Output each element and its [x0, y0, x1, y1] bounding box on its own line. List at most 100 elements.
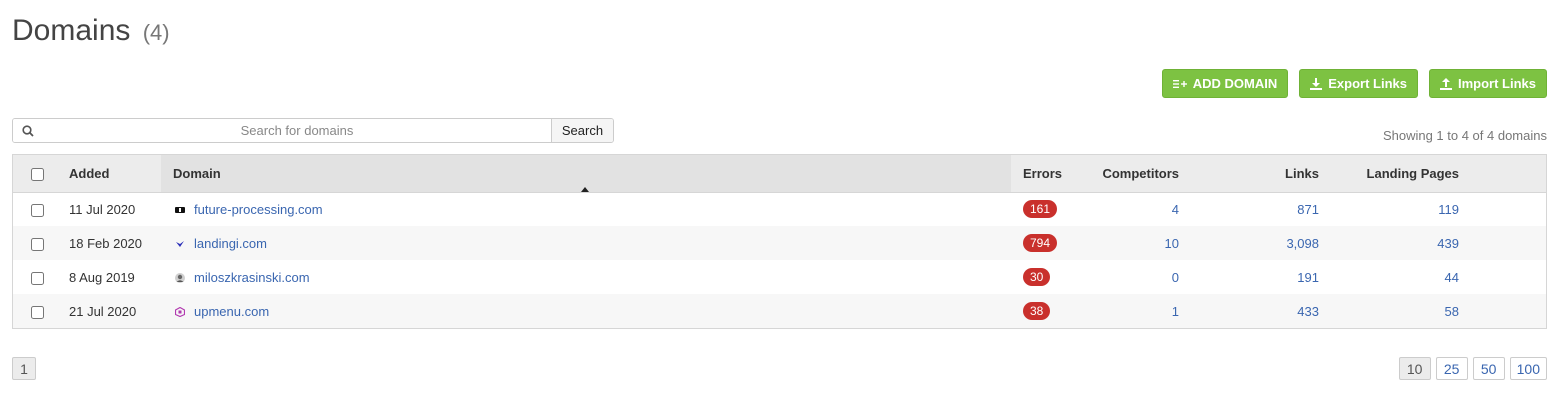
- table-header-row: Added Domain Errors Competitors Links La…: [13, 155, 1546, 192]
- column-header-competitors[interactable]: Competitors: [1081, 155, 1179, 192]
- domain-cell: upmenu.com: [161, 294, 1011, 328]
- domain-cell: future-processing.com: [161, 192, 1011, 226]
- add-list-icon: [1172, 79, 1187, 89]
- page-size-selector: 10 25 50 100: [1398, 357, 1547, 380]
- select-all-checkbox[interactable]: [30, 167, 44, 181]
- future-processing-logo-icon: [175, 203, 185, 213]
- links-link[interactable]: 433: [1297, 304, 1319, 319]
- search-button[interactable]: Search: [551, 119, 613, 142]
- row-spacer: [1459, 294, 1546, 328]
- competitors-link[interactable]: 4: [1172, 202, 1179, 217]
- action-buttons: ADD DOMAIN Export Links Import Links: [1161, 69, 1547, 98]
- column-header-added[interactable]: Added: [61, 155, 161, 192]
- landing-pages-link[interactable]: 439: [1437, 236, 1459, 251]
- row-spacer: [1459, 260, 1546, 294]
- add-domain-button[interactable]: ADD DOMAIN: [1161, 69, 1289, 98]
- column-header-spacer: [1459, 155, 1546, 192]
- domain-link[interactable]: future-processing.com: [194, 202, 323, 217]
- search-icon: [13, 119, 43, 142]
- links-cell: 433: [1179, 294, 1319, 328]
- add-domain-label: ADD DOMAIN: [1192, 76, 1278, 91]
- error-count-badge[interactable]: 38: [1023, 302, 1051, 320]
- domain-link[interactable]: miloszkrasinski.com: [194, 270, 310, 285]
- links-link[interactable]: 871: [1297, 202, 1319, 217]
- error-count-badge[interactable]: 794: [1023, 234, 1058, 252]
- column-header-domain[interactable]: Domain: [161, 155, 1011, 192]
- links-cell: 871: [1179, 192, 1319, 226]
- row-select-cell: [13, 294, 61, 328]
- landing-pages-cell: 119: [1319, 192, 1459, 226]
- search-bar: Search: [12, 118, 614, 143]
- landing-pages-cell: 44: [1319, 260, 1459, 294]
- errors-cell: 161: [1011, 192, 1081, 226]
- page-size-50[interactable]: 50: [1472, 357, 1505, 380]
- competitors-cell: 4: [1081, 192, 1179, 226]
- landing-pages-link[interactable]: 44: [1445, 270, 1459, 285]
- row-checkbox[interactable]: [30, 203, 44, 217]
- competitors-link[interactable]: 10: [1165, 236, 1179, 251]
- added-date: 11 Jul 2020: [69, 201, 136, 217]
- person-avatar-icon: [175, 271, 185, 283]
- download-icon: [1310, 77, 1323, 90]
- column-header-landing-pages[interactable]: Landing Pages: [1319, 155, 1459, 192]
- domain-link[interactable]: upmenu.com: [194, 304, 269, 319]
- export-links-label: Export Links: [1328, 76, 1407, 91]
- competitors-cell: 1: [1081, 294, 1179, 328]
- page-size-25[interactable]: 25: [1435, 357, 1468, 380]
- row-spacer: [1459, 192, 1546, 226]
- errors-cell: 38: [1011, 294, 1081, 328]
- domain-link[interactable]: landingi.com: [194, 236, 267, 251]
- competitors-link[interactable]: 1: [1172, 304, 1179, 319]
- landing-pages-cell: 58: [1319, 294, 1459, 328]
- upload-icon: [1439, 77, 1452, 90]
- column-header-links[interactable]: Links: [1179, 155, 1319, 192]
- export-links-button[interactable]: Export Links: [1299, 69, 1418, 98]
- landingi-logo-icon: [175, 237, 185, 247]
- errors-cell: 30: [1011, 260, 1081, 294]
- error-count-badge[interactable]: 30: [1023, 268, 1051, 286]
- domain-cell: miloszkrasinski.com: [161, 260, 1011, 294]
- select-all-cell: [13, 155, 61, 192]
- search-input[interactable]: [43, 119, 551, 142]
- column-header-domain-label: Domain: [173, 165, 221, 181]
- links-cell: 191: [1179, 260, 1319, 294]
- sort-ascending-icon: [581, 187, 589, 192]
- upmenu-logo-icon: [174, 305, 186, 317]
- table-row: 11 Jul 2020 future-processing.com 161 4 …: [13, 192, 1546, 226]
- page-size-100[interactable]: 100: [1509, 357, 1547, 380]
- table-row: 18 Feb 2020 landingi.com 794 10 3,098 43…: [13, 226, 1546, 260]
- pagination-current-page[interactable]: 1: [12, 357, 36, 380]
- page-size-10[interactable]: 10: [1398, 357, 1431, 380]
- row-select-cell: [13, 226, 61, 260]
- import-links-button[interactable]: Import Links: [1428, 69, 1547, 98]
- competitors-link[interactable]: 0: [1172, 270, 1179, 285]
- results-summary: Showing 1 to 4 of 4 domains: [1382, 128, 1547, 143]
- row-checkbox[interactable]: [30, 237, 44, 251]
- links-link[interactable]: 191: [1297, 270, 1319, 285]
- competitors-cell: 10: [1081, 226, 1179, 260]
- table-row: 8 Aug 2019 miloszkrasinski.com 30 0 191 …: [13, 260, 1546, 294]
- column-header-errors[interactable]: Errors: [1011, 155, 1081, 192]
- links-link[interactable]: 3,098: [1286, 236, 1319, 251]
- domain-count: (4): [142, 20, 170, 45]
- page-title: Domains (4): [12, 14, 170, 48]
- import-links-label: Import Links: [1457, 76, 1536, 91]
- table-row: 21 Jul 2020 upmenu.com 38 1 433 58: [13, 294, 1546, 328]
- domain-cell: landingi.com: [161, 226, 1011, 260]
- competitors-cell: 0: [1081, 260, 1179, 294]
- landing-pages-link[interactable]: 119: [1438, 202, 1459, 217]
- landing-pages-cell: 439: [1319, 226, 1459, 260]
- row-select-cell: [13, 192, 61, 226]
- error-count-badge[interactable]: 161: [1023, 200, 1058, 219]
- added-date: 21 Jul 2020: [69, 303, 137, 319]
- row-checkbox[interactable]: [30, 305, 44, 319]
- row-select-cell: [13, 260, 61, 294]
- page-title-text: Domains: [12, 14, 131, 47]
- domains-table: Added Domain Errors Competitors Links La…: [12, 154, 1547, 329]
- links-cell: 3,098: [1179, 226, 1319, 260]
- landing-pages-link[interactable]: 58: [1445, 304, 1459, 319]
- added-date: 18 Feb 2020: [69, 235, 143, 251]
- row-spacer: [1459, 226, 1546, 260]
- errors-cell: 794: [1011, 226, 1081, 260]
- row-checkbox[interactable]: [30, 271, 44, 285]
